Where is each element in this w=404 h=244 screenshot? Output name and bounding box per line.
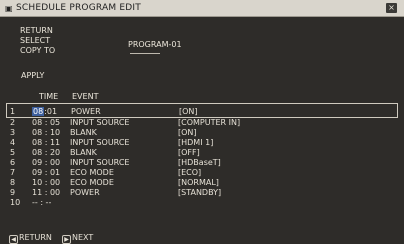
- time-column-header: TIME: [39, 92, 59, 101]
- value-cell: [OFF]: [178, 148, 200, 157]
- row-number: 7: [10, 168, 16, 177]
- row-number: 4: [10, 138, 16, 147]
- table-row[interactable]: 9 11 : 00 POWER [STANDBY]: [10, 188, 398, 198]
- event-cell: INPUT SOURCE: [70, 118, 130, 127]
- hour-field[interactable]: 08: [32, 107, 45, 116]
- table-row[interactable]: 1 08:01 POWER [ON]: [6, 103, 398, 118]
- time-cell: 08 : 20: [32, 148, 61, 157]
- time-cell: -- : --: [32, 198, 52, 207]
- event-cell: ECO MODE: [70, 168, 114, 177]
- row-number: 9: [10, 188, 16, 197]
- time-cell: 09 : 01: [32, 168, 61, 177]
- event-cell: BLANK: [70, 148, 97, 157]
- row-number: 3: [10, 128, 16, 137]
- footer-return-label: RETURN: [19, 233, 52, 242]
- time-cell: 11 : 00: [32, 188, 61, 197]
- value-cell: [ON]: [179, 107, 198, 116]
- table-row[interactable]: 4 08 : 11 INPUT SOURCE [HDMI 1]: [10, 138, 398, 148]
- table-row[interactable]: 3 08 : 10 BLANK [ON]: [10, 128, 398, 138]
- time-cell: 08:01: [32, 104, 57, 119]
- table-row[interactable]: 5 08 : 20 BLANK [OFF]: [10, 148, 398, 158]
- time-cell: 08 : 10: [32, 128, 61, 137]
- footer-bar: ◀ RETURN ▶ NEXT: [0, 231, 404, 244]
- table-row[interactable]: 2 08 : 05 INPUT SOURCE [COMPUTER IN]: [10, 118, 398, 128]
- schedule-table: 1 08:01 POWER [ON] 2 08 : 05 INPUT SOURC…: [6, 103, 398, 208]
- value-cell: [STANDBY]: [178, 188, 222, 197]
- return-menu-item[interactable]: RETURN: [20, 26, 53, 36]
- footer-next[interactable]: ▶ NEXT: [62, 231, 93, 244]
- value-cell: [HDBaseT]: [178, 158, 221, 167]
- time-cell: 08 : 11: [32, 138, 61, 147]
- table-row[interactable]: 6 09 : 00 INPUT SOURCE [HDBaseT]: [10, 158, 398, 168]
- event-cell: POWER: [70, 188, 100, 197]
- event-cell: ECO MODE: [70, 178, 114, 187]
- value-cell: [NORMAL]: [178, 178, 219, 187]
- close-icon[interactable]: ×: [386, 3, 397, 13]
- value-cell: [HDMI 1]: [178, 138, 214, 147]
- event-cell: POWER: [71, 107, 101, 116]
- window-title: SCHEDULE PROGRAM EDIT: [16, 3, 141, 13]
- osd-screen: ▣ SCHEDULE PROGRAM EDIT × RETURN SELECT …: [0, 0, 404, 244]
- copy-to-menu-item[interactable]: COPY TO: [20, 46, 55, 56]
- table-row[interactable]: 7 09 : 01 ECO MODE [ECO]: [10, 168, 398, 178]
- left-arrow-button-icon: ◀: [9, 235, 18, 244]
- table-row[interactable]: 8 10 : 00 ECO MODE [NORMAL]: [10, 178, 398, 188]
- row-number: 8: [10, 178, 16, 187]
- footer-next-label: NEXT: [72, 233, 94, 242]
- event-cell: INPUT SOURCE: [70, 158, 130, 167]
- table-row[interactable]: 10 -- : --: [10, 198, 398, 208]
- time-cell: 09 : 00: [32, 158, 61, 167]
- minute-field[interactable]: :01: [44, 107, 57, 116]
- apply-menu-item[interactable]: APPLY: [21, 71, 44, 81]
- event-cell: INPUT SOURCE: [70, 138, 130, 147]
- value-cell: [COMPUTER IN]: [178, 118, 241, 127]
- row-number: 10: [10, 198, 21, 207]
- footer-return[interactable]: ◀ RETURN: [9, 231, 52, 244]
- row-number: 6: [10, 158, 16, 167]
- value-cell: [ECO]: [178, 168, 202, 177]
- program-name: PROGRAM-01: [128, 40, 182, 49]
- right-arrow-button-icon: ▶: [62, 235, 71, 244]
- event-column-header: EVENT: [72, 92, 99, 101]
- row-number: 5: [10, 148, 16, 157]
- event-cell: BLANK: [70, 128, 97, 137]
- time-cell: 08 : 05: [32, 118, 61, 127]
- time-cell: 10 : 00: [32, 178, 61, 187]
- value-cell: [ON]: [178, 128, 197, 137]
- select-menu-item[interactable]: SELECT: [20, 36, 50, 46]
- title-bar: ▣ SCHEDULE PROGRAM EDIT ×: [0, 0, 404, 17]
- copy-to-value-line: [130, 53, 160, 55]
- row-number: 2: [10, 118, 16, 127]
- menu-icon: ▣: [5, 4, 13, 13]
- row-number: 1: [10, 107, 16, 116]
